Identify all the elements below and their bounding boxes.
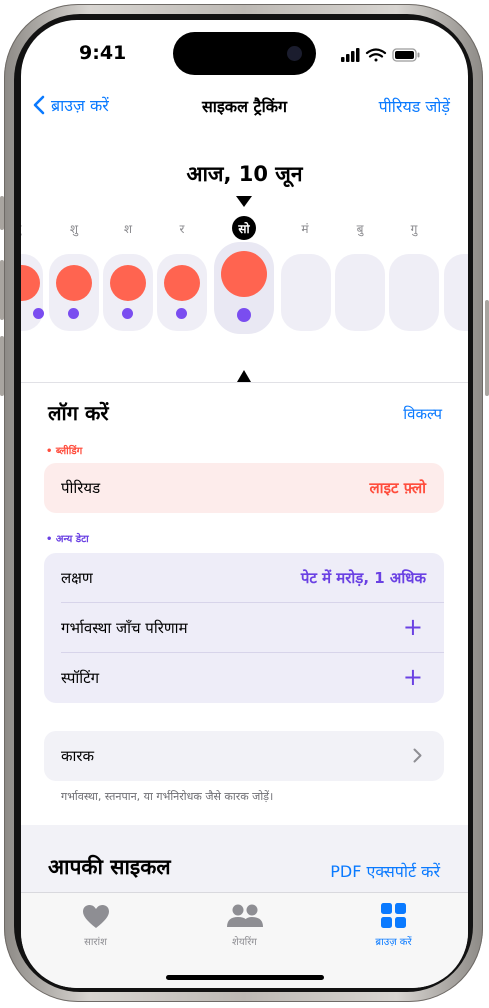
day-label: र [179,222,185,236]
tab-bar: सारांश शेयरिंग ब्राउज़ करें [21,892,468,988]
day-pill[interactable] [335,254,385,331]
options-button[interactable]: विकल्प [403,404,442,424]
day-pill-today[interactable] [214,242,274,334]
day-labels: बु शु श र सो मं बु गु [21,216,468,240]
period-dot [56,265,92,301]
period-dot [110,265,146,301]
symptoms-label: लक्षण [61,569,93,587]
today-pointer-icon [236,196,252,207]
status-time: 9:41 [79,42,127,64]
pregnancy-test-label: गर्भावस्था जाँच परिणाम [61,619,188,637]
symptoms-row[interactable]: लक्षण पेट में मरोड़, 1 अधिक [44,553,444,603]
dynamic-island [173,32,316,75]
cycle-section-title: आपकी साइकल [48,855,171,879]
people-icon [227,904,263,927]
volume-down-button [0,336,4,396]
tab-sharing[interactable]: शेयरिंग [170,893,319,953]
battery-icon [392,48,420,62]
status-bar: 9:41 [21,20,468,82]
day-label: मं [301,222,309,236]
side-button [0,196,4,230]
day-label: बु [356,222,364,236]
data-dot [237,308,251,322]
factors-label: कारक [61,747,95,765]
status-icons [341,48,420,62]
plus-icon[interactable]: + [403,613,423,641]
wifi-icon [365,48,387,62]
day-pill[interactable] [21,254,44,331]
period-row[interactable]: पीरियड लाइट फ़्लो [44,463,444,513]
today-day-label: सो [232,216,256,240]
period-label: पीरियड [61,479,101,497]
grid-icon [381,903,406,928]
spotting-row[interactable]: स्पॉटिंग + [44,653,444,703]
period-dot [164,265,200,301]
day-label: गु [410,222,418,236]
factors-note: गर्भावस्था, स्तनपान, या गर्भनिरोधक जैसे … [61,790,274,803]
export-pdf-button[interactable]: PDF एक्सपोर्ट करें [330,860,440,882]
add-period-button[interactable]: पीरियड जोड़ें [379,95,450,117]
bleeding-card: पीरियड लाइट फ़्लो [44,463,444,513]
divider [21,382,468,383]
day-label: श [123,222,133,236]
period-value: लाइट फ़्लो [369,479,426,497]
bleeding-tag: • ब्लीडिंग [46,446,83,457]
other-data-tag: • अन्य डेटा [46,534,89,545]
data-dot [68,308,79,319]
data-dot [33,308,44,319]
tab-label: शेयरिंग [232,937,257,948]
other-data-card: लक्षण पेट में मरोड़, 1 अधिक गर्भावस्था ज… [44,553,444,703]
chevron-right-icon [413,748,422,763]
date-header: आज, 10 जून [186,162,303,186]
period-dot [221,251,267,297]
home-indicator [166,975,324,980]
data-dot [122,308,133,319]
navigation-bar: ब्राउज़ करें साइकल ट्रैकिंग पीरियड जोड़े… [21,92,468,122]
tab-summary[interactable]: सारांश [21,893,170,953]
day-pill[interactable] [389,254,439,331]
period-dot [21,265,40,301]
plus-icon[interactable]: + [403,663,423,691]
spotting-label: स्पॉटिंग [61,669,100,687]
day-pill[interactable] [49,254,99,331]
data-dot [176,308,187,319]
day-pill[interactable] [157,254,207,331]
tab-label: सारांश [84,937,107,948]
symptoms-value: पेट में मरोड़, 1 अधिक [300,569,426,587]
pregnancy-test-row[interactable]: गर्भावस्था जाँच परिणाम + [44,603,444,653]
signal-icon [341,48,360,62]
volume-up-button [0,260,4,320]
power-button [485,300,489,396]
screen: 9:41 ब्राउज़ करें साइकल ट्रैकिंग पीरियड … [21,20,468,988]
factors-row[interactable]: कारक [44,731,444,781]
tab-browse[interactable]: ब्राउज़ करें [319,893,468,953]
day-label: शु [69,222,79,236]
tab-label: ब्राउज़ करें [375,937,412,948]
camera-icon [287,46,302,61]
log-section-title: लॉग करें [48,401,109,425]
heart-icon [83,905,109,928]
factors-card: कारक [44,731,444,781]
day-pill[interactable] [103,254,153,331]
day-pill[interactable] [281,254,331,331]
selection-pointer-icon [237,370,251,382]
day-pill[interactable] [444,254,468,331]
